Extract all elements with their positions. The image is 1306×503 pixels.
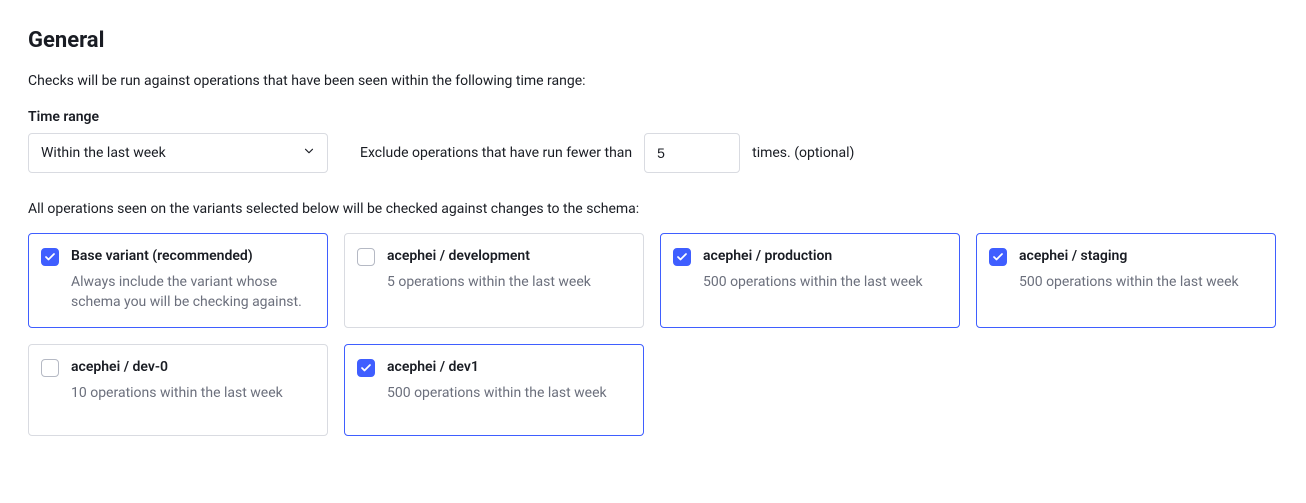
check-icon <box>992 251 1004 263</box>
variant-checkbox[interactable] <box>357 248 375 266</box>
variant-title: acephei / staging <box>1019 248 1261 264</box>
variant-card[interactable]: acephei / dev1 500 operations within the … <box>344 344 644 436</box>
variant-checkbox[interactable] <box>41 359 59 377</box>
check-icon <box>676 251 688 263</box>
variants-grid: Base variant (recommended) Always include… <box>28 233 1278 436</box>
exclude-count-input[interactable] <box>644 133 740 173</box>
variant-checkbox[interactable] <box>41 248 59 266</box>
controls-row: Within the last week Exclude operations … <box>28 133 1278 173</box>
variant-title: Base variant (recommended) <box>71 248 313 264</box>
variant-subtitle: 500 operations within the last week <box>387 383 629 403</box>
time-range-select[interactable]: Within the last week <box>28 133 328 173</box>
variant-card[interactable]: acephei / production 500 operations withi… <box>660 233 960 328</box>
time-range-value: Within the last week <box>41 145 166 161</box>
variant-subtitle: 5 operations within the last week <box>387 272 629 292</box>
variant-card[interactable]: acephei / development 5 operations within… <box>344 233 644 328</box>
page-title: General <box>28 28 1278 53</box>
variant-title: acephei / dev-0 <box>71 359 313 375</box>
variant-card[interactable]: acephei / dev-0 10 operations within the … <box>28 344 328 436</box>
variant-subtitle: 500 operations within the last week <box>703 272 945 292</box>
variant-title: acephei / production <box>703 248 945 264</box>
variant-title: acephei / dev1 <box>387 359 629 375</box>
exclude-suffix: times. (optional) <box>752 145 854 161</box>
exclude-prefix: Exclude operations that have run fewer t… <box>360 145 632 161</box>
variant-checkbox[interactable] <box>357 359 375 377</box>
variants-description: All operations seen on the variants sele… <box>28 201 1278 217</box>
variant-checkbox[interactable] <box>673 248 691 266</box>
time-range-select-wrapper: Within the last week <box>28 133 328 173</box>
variant-subtitle: 500 operations within the last week <box>1019 272 1261 292</box>
exclude-group: Exclude operations that have run fewer t… <box>360 133 854 173</box>
check-icon <box>44 251 56 263</box>
variant-title: acephei / development <box>387 248 629 264</box>
variant-subtitle: 10 operations within the last week <box>71 383 313 403</box>
variant-card[interactable]: acephei / staging 500 operations within t… <box>976 233 1276 328</box>
check-icon <box>360 362 372 374</box>
variant-checkbox[interactable] <box>989 248 1007 266</box>
variant-subtitle: Always include the variant whose schema … <box>71 272 313 313</box>
variant-card[interactable]: Base variant (recommended) Always include… <box>28 233 328 328</box>
description-text: Checks will be run against operations th… <box>28 73 1278 89</box>
time-range-label: Time range <box>28 109 1278 125</box>
